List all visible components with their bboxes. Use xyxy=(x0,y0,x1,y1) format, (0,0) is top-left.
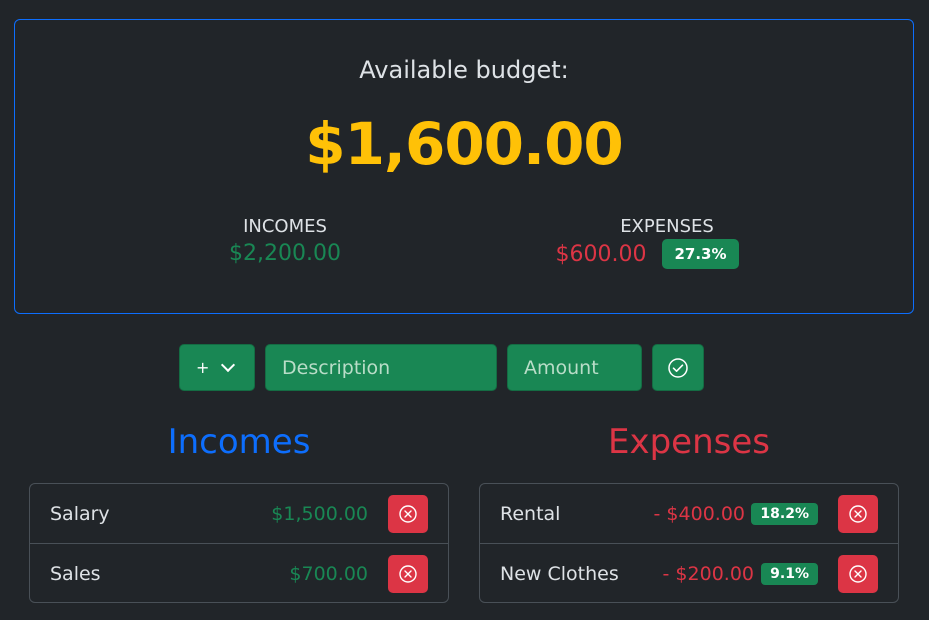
available-budget-amount: $1,600.00 xyxy=(305,110,624,178)
delete-expense-button[interactable] xyxy=(838,495,878,533)
delete-income-button[interactable] xyxy=(388,495,428,533)
budget-summary-card: Available budget: $1,600.00 INCOMES $2,2… xyxy=(14,19,914,314)
amount-input[interactable] xyxy=(507,344,642,391)
delete-income-button[interactable] xyxy=(388,555,428,593)
expenses-summary: EXPENSES $600.00 27.3% xyxy=(552,216,742,269)
expense-amount: - $200.00 xyxy=(662,562,754,585)
expenses-heading: Expenses xyxy=(608,422,770,462)
incomes-summary: INCOMES $2,200.00 xyxy=(208,216,362,266)
incomes-summary-label: INCOMES xyxy=(243,216,327,237)
list-item: Salary $1,500.00 xyxy=(30,484,448,543)
list-item: New Clothes - $200.00 9.1% xyxy=(480,543,898,602)
expenses-percent-badge: 27.3% xyxy=(662,239,739,269)
entry-type-value: + xyxy=(196,358,210,377)
income-amount: $700.00 xyxy=(289,562,368,585)
close-circle-icon xyxy=(849,565,867,583)
expenses-summary-value: $600.00 xyxy=(555,241,647,267)
delete-expense-button[interactable] xyxy=(838,555,878,593)
expenses-list: Rental - $400.00 18.2% New Clothes - $20… xyxy=(479,483,899,603)
expense-description: Rental xyxy=(500,502,561,525)
list-item: Sales $700.00 xyxy=(30,543,448,602)
close-circle-icon xyxy=(399,565,417,583)
expense-description: New Clothes xyxy=(500,562,619,585)
incomes-list: Salary $1,500.00 Sales $700.00 xyxy=(29,483,449,603)
submit-button[interactable] xyxy=(652,344,704,391)
incomes-heading: Incomes xyxy=(167,422,311,462)
close-circle-icon xyxy=(849,505,867,523)
expense-percent-badge: 9.1% xyxy=(761,562,818,585)
description-input[interactable] xyxy=(265,344,497,391)
income-description: Salary xyxy=(50,502,110,525)
chevron-down-icon xyxy=(221,357,236,372)
expense-percent-badge: 18.2% xyxy=(751,502,818,525)
entry-type-select[interactable]: + xyxy=(179,344,255,391)
available-budget-title: Available budget: xyxy=(359,56,569,84)
check-circle-icon xyxy=(668,357,688,378)
incomes-summary-value: $2,200.00 xyxy=(229,241,341,266)
expenses-summary-label: EXPENSES xyxy=(620,216,714,237)
expense-amount: - $400.00 xyxy=(653,502,745,525)
list-item: Rental - $400.00 18.2% xyxy=(480,484,898,543)
close-circle-icon xyxy=(399,505,417,523)
income-description: Sales xyxy=(50,562,101,585)
income-amount: $1,500.00 xyxy=(271,502,368,525)
